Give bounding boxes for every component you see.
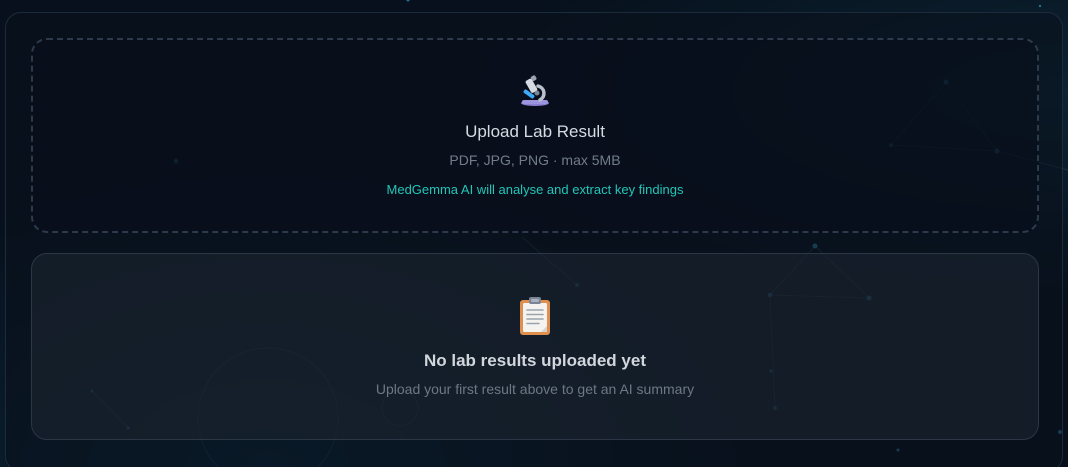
empty-state-subtitle: Upload your first result above to get an…	[375, 381, 695, 397]
empty-state-card: No lab results uploaded yet Upload your …	[31, 253, 1039, 440]
microscope-icon	[521, 75, 549, 106]
upload-ai-note: MedGemma AI will analyse and extract key…	[386, 182, 684, 197]
upload-title: Upload Lab Result	[465, 122, 605, 141]
clipboard-icon	[520, 297, 550, 335]
upload-formats: PDF, JPG, PNG · max 5MB	[449, 152, 621, 168]
empty-state-title: No lab results uploaded yet	[424, 351, 646, 370]
microscope-icon-wrap	[33, 74, 1037, 108]
upload-dropzone[interactable]: Upload Lab Result PDF, JPG, PNG · max 5M…	[31, 38, 1039, 233]
clipboard-icon-wrap	[32, 296, 1038, 336]
page: Upload Lab Result PDF, JPG, PNG · max 5M…	[0, 0, 1068, 467]
